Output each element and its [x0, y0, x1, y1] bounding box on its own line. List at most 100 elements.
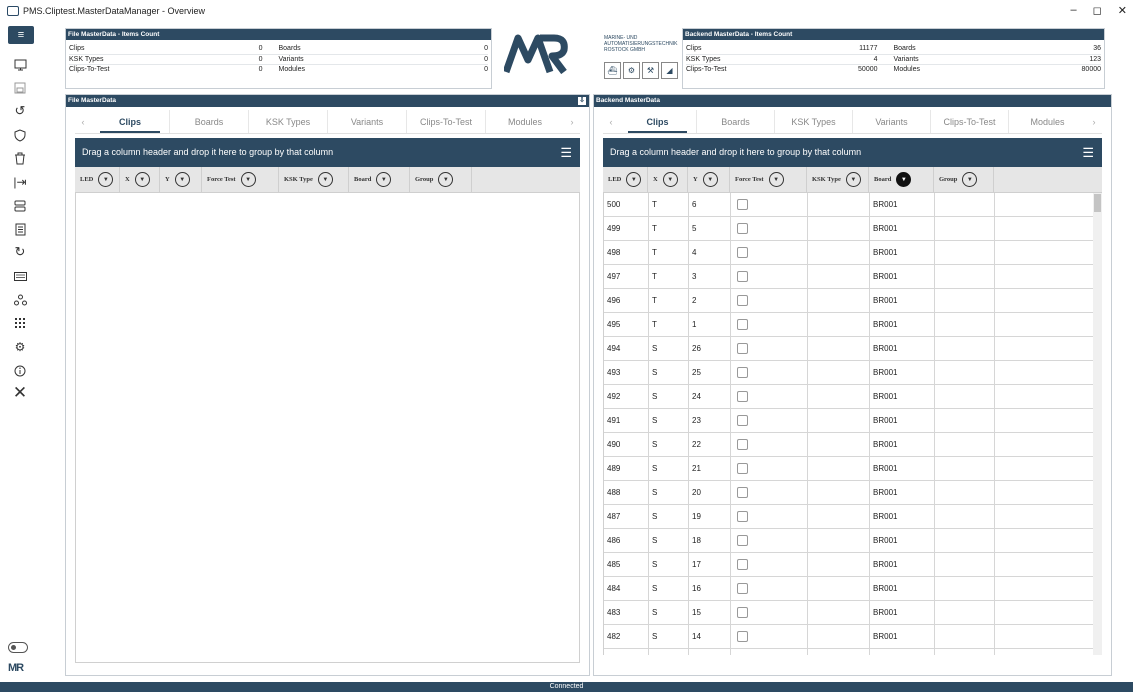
- table-row[interactable]: 484 S 16 BR001: [604, 577, 1102, 601]
- cell-y[interactable]: 14: [689, 625, 731, 648]
- database-icon[interactable]: [9, 197, 31, 215]
- force-test-checkbox[interactable]: [737, 391, 748, 402]
- cell-led[interactable]: 494: [604, 337, 649, 360]
- cell-y[interactable]: 4: [689, 241, 731, 264]
- cell-x[interactable]: S: [649, 649, 689, 655]
- cell-board[interactable]: BR001: [870, 289, 935, 312]
- table-row[interactable]: 481S13 BR001: [604, 649, 1102, 655]
- cell-x[interactable]: T: [649, 265, 689, 288]
- cell-x[interactable]: S: [649, 337, 689, 360]
- cell-y[interactable]: 16: [689, 577, 731, 600]
- table-row[interactable]: 489 S 21 BR001: [604, 457, 1102, 481]
- cell-x[interactable]: S: [649, 577, 689, 600]
- force-test-checkbox[interactable]: [737, 367, 748, 378]
- cell-ksk-type[interactable]: [808, 313, 870, 336]
- network-icon[interactable]: [9, 291, 31, 309]
- minimize-button[interactable]: –: [1071, 4, 1077, 17]
- cell-ksk-type[interactable]: [808, 577, 870, 600]
- cell-group[interactable]: [935, 577, 995, 600]
- cell-group[interactable]: [935, 553, 995, 576]
- force-test-checkbox[interactable]: [737, 343, 748, 354]
- cell-x[interactable]: T: [649, 217, 689, 240]
- cell-board[interactable]: BR001: [870, 505, 935, 528]
- cell-group[interactable]: [935, 265, 995, 288]
- cell-y[interactable]: 17: [689, 553, 731, 576]
- column-header-x[interactable]: X ▼: [120, 167, 160, 192]
- cell-y[interactable]: 26: [689, 337, 731, 360]
- column-header-y[interactable]: Y ▼: [160, 167, 202, 192]
- tab-scroll-right-icon[interactable]: ›: [1086, 117, 1102, 127]
- filter-icon[interactable]: ▼: [98, 172, 114, 187]
- cell-group[interactable]: [935, 385, 995, 408]
- cell-led[interactable]: 486: [604, 529, 649, 552]
- table-row[interactable]: 500 T 6 BR001: [604, 193, 1102, 217]
- force-test-checkbox[interactable]: [737, 439, 748, 450]
- cell-y[interactable]: 20: [689, 481, 731, 504]
- force-test-checkbox[interactable]: [737, 631, 748, 642]
- filter-icon[interactable]: ▼: [317, 172, 333, 187]
- cell-y[interactable]: 3: [689, 265, 731, 288]
- tab-ksk-types[interactable]: KSK Types: [775, 110, 853, 133]
- table-row[interactable]: 486 S 18 BR001: [604, 529, 1102, 553]
- force-test-checkbox[interactable]: [737, 607, 748, 618]
- force-test-checkbox[interactable]: [737, 223, 748, 234]
- column-header-force-test[interactable]: Force Test ▼: [730, 167, 807, 192]
- document-icon[interactable]: [9, 220, 31, 238]
- tab-boards[interactable]: Boards: [170, 110, 249, 133]
- cell-x[interactable]: T: [649, 313, 689, 336]
- filter-icon[interactable]: ▼: [174, 172, 190, 187]
- table-row[interactable]: 494 S 26 BR001: [604, 337, 1102, 361]
- force-test-checkbox[interactable]: [737, 463, 748, 474]
- cell-board[interactable]: BR001: [870, 481, 935, 504]
- cell-y[interactable]: 22: [689, 433, 731, 456]
- tab-scroll-right-icon[interactable]: ›: [564, 117, 580, 127]
- cell-group[interactable]: [935, 409, 995, 432]
- cell-x[interactable]: T: [649, 289, 689, 312]
- cell-ksk-type[interactable]: [808, 649, 870, 655]
- column-header-led[interactable]: LED ▼: [75, 167, 120, 192]
- table-row[interactable]: 497 T 3 BR001: [604, 265, 1102, 289]
- cell-ksk-type[interactable]: [808, 265, 870, 288]
- cell-ksk-type[interactable]: [808, 457, 870, 480]
- cell-board[interactable]: BR001: [870, 361, 935, 384]
- column-chooser-icon[interactable]: ☰: [1082, 138, 1094, 167]
- cell-led[interactable]: 484: [604, 577, 649, 600]
- scrollbar-thumb[interactable]: [1094, 194, 1101, 212]
- cell-x[interactable]: S: [649, 409, 689, 432]
- grid-icon[interactable]: [9, 314, 31, 332]
- cell-group[interactable]: [935, 289, 995, 312]
- column-chooser-icon[interactable]: ☰: [560, 138, 572, 167]
- cell-ksk-type[interactable]: [808, 625, 870, 648]
- force-test-checkbox[interactable]: [737, 487, 748, 498]
- cell-group[interactable]: [935, 457, 995, 480]
- vertical-scrollbar[interactable]: [1093, 193, 1102, 655]
- cell-x[interactable]: S: [649, 601, 689, 624]
- cell-led[interactable]: 488: [604, 481, 649, 504]
- cell-group[interactable]: [935, 505, 995, 528]
- cell-group[interactable]: [935, 217, 995, 240]
- cell-ksk-type[interactable]: [808, 217, 870, 240]
- column-header-group[interactable]: Group ▼: [934, 167, 994, 192]
- cell-led[interactable]: 485: [604, 553, 649, 576]
- filter-icon[interactable]: ▼: [662, 172, 678, 187]
- table-row[interactable]: 490 S 22 BR001: [604, 433, 1102, 457]
- cell-x[interactable]: S: [649, 361, 689, 384]
- cell-board[interactable]: BR001: [870, 241, 935, 264]
- cell-led[interactable]: 500: [604, 193, 649, 216]
- import-icon[interactable]: |⇥: [9, 173, 31, 191]
- cell-board[interactable]: BR001: [870, 601, 935, 624]
- cell-group[interactable]: [935, 649, 995, 655]
- trash-icon[interactable]: [9, 149, 31, 167]
- cell-led[interactable]: 489: [604, 457, 649, 480]
- tab-clips-to-test[interactable]: Clips-To-Test: [931, 110, 1009, 133]
- cell-x[interactable]: T: [649, 241, 689, 264]
- cell-x[interactable]: T: [649, 193, 689, 216]
- tab-scroll-left-icon[interactable]: ‹: [603, 117, 619, 127]
- cell-ksk-type[interactable]: [808, 505, 870, 528]
- force-test-checkbox[interactable]: [737, 199, 748, 210]
- filter-icon[interactable]: ▼: [768, 172, 784, 187]
- cell-board[interactable]: BR001: [870, 457, 935, 480]
- filter-icon[interactable]: ▼: [845, 172, 861, 187]
- cell-y[interactable]: 15: [689, 601, 731, 624]
- table-row[interactable]: 482 S 14 BR001: [604, 625, 1102, 649]
